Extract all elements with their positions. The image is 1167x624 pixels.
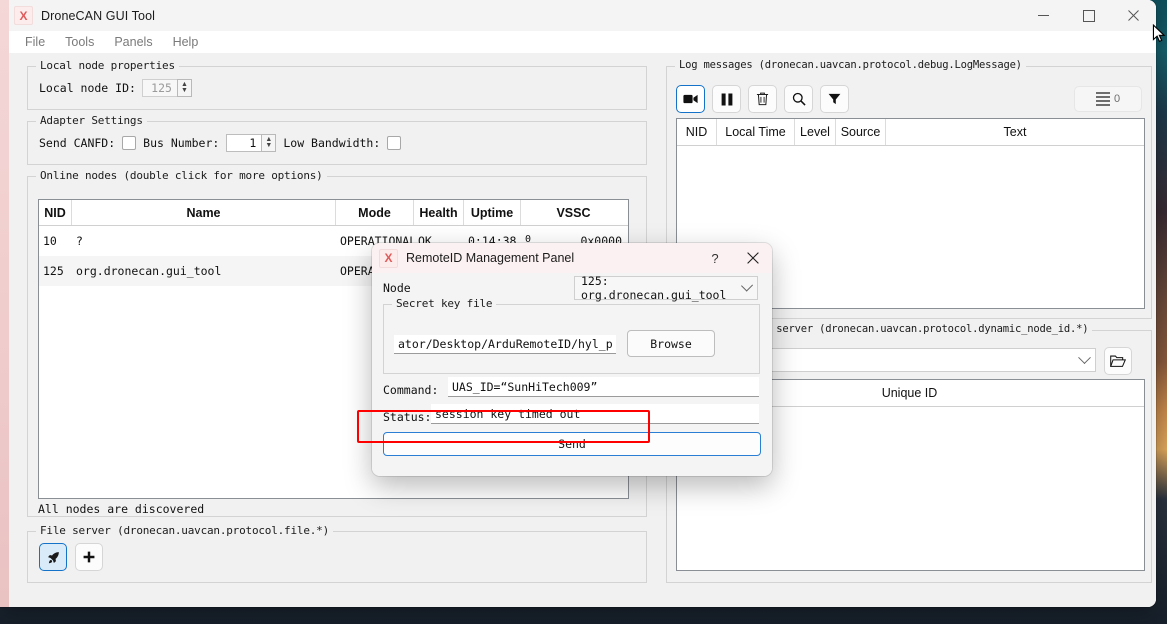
chevron-down-icon: ▼	[265, 142, 273, 149]
dialog-command-label: Command:	[383, 383, 439, 397]
online-nodes-header-row: NID Name Mode Health Uptime VSSC	[39, 200, 628, 226]
chevron-down-icon: ▼	[180, 87, 188, 94]
plus-icon	[83, 551, 95, 563]
log-pause-button[interactable]	[712, 85, 741, 113]
local-node-properties-group: Local node properties Local node ID: 125…	[27, 59, 647, 110]
local-node-id-spin-buttons[interactable]: ▲ ▼	[176, 79, 192, 97]
cell-name: org.dronecan.gui_tool	[76, 264, 222, 278]
secret-key-file-group: Secret key file Browse	[383, 297, 760, 374]
local-node-id-label: Local node ID:	[39, 81, 136, 95]
menu-tools[interactable]: Tools	[55, 33, 104, 51]
send-canfd-label: Send CANFD:	[39, 136, 116, 150]
folder-open-icon	[1110, 355, 1126, 367]
bus-number-spin-buttons[interactable]: ▲ ▼	[261, 134, 277, 152]
column-header-uptime[interactable]: Uptime	[464, 200, 521, 225]
file-server-start-button[interactable]	[39, 543, 67, 571]
column-header-health[interactable]: Health	[414, 200, 464, 225]
column-header-nid[interactable]: NID	[39, 200, 72, 225]
log-filter-button[interactable]	[820, 85, 849, 113]
low-bandwidth-label: Low Bandwidth:	[283, 136, 381, 150]
log-count-badge[interactable]: 0	[1074, 86, 1142, 112]
secret-key-path-input[interactable]	[394, 335, 616, 354]
bus-number-value: 1	[226, 134, 262, 152]
dialog-node-combo[interactable]: 125: org.dronecan.gui_tool	[574, 274, 758, 302]
low-bandwidth-checkbox[interactable]	[387, 136, 402, 150]
file-server-title: File server (dronecan.uavcan.protocol.fi…	[36, 524, 334, 537]
column-header-nid[interactable]: NID	[677, 119, 717, 145]
log-count-value: 0	[1113, 93, 1121, 105]
local-node-id-value: 125	[141, 79, 177, 97]
filter-icon	[828, 93, 841, 105]
file-server-add-button[interactable]	[75, 543, 103, 571]
log-record-button[interactable]	[676, 85, 705, 113]
column-header-source[interactable]: Source	[836, 119, 886, 145]
log-messages-header-row: NID Local Time Level Source Text	[677, 119, 1144, 146]
column-header-vssc[interactable]: VSSC	[521, 200, 626, 225]
cell-nid: 10	[43, 234, 57, 248]
local-node-id-stepper[interactable]: 125 ▲ ▼	[141, 79, 192, 97]
window-left-accent-edge	[0, 0, 9, 607]
close-icon	[747, 252, 759, 264]
title-bar: X DroneCAN GUI Tool	[9, 0, 1156, 31]
maximize-icon	[1082, 9, 1095, 22]
maximize-button[interactable]	[1066, 0, 1111, 31]
column-header-name[interactable]: Name	[72, 200, 336, 225]
adapter-settings-title: Adapter Settings	[36, 114, 147, 127]
cell-nid: 125	[43, 264, 64, 278]
send-canfd-checkbox[interactable]	[122, 136, 137, 150]
allocation-server-folder-button[interactable]	[1104, 347, 1132, 375]
dialog-title-bar: X RemoteID Management Panel ?	[372, 243, 772, 273]
log-messages-title: Log messages (dronecan.uavcan.protocol.d…	[675, 59, 1026, 71]
menu-file[interactable]: File	[15, 33, 55, 51]
secret-key-file-title: Secret key file	[392, 297, 497, 310]
column-header-text[interactable]: Text	[886, 119, 1144, 145]
status-field	[431, 404, 759, 424]
column-header-mode[interactable]: Mode	[336, 200, 414, 225]
close-icon	[1128, 10, 1139, 21]
record-icon	[683, 94, 698, 104]
window-controls	[1021, 0, 1156, 31]
dialog-status-label: Status:	[383, 410, 432, 424]
pause-icon	[721, 93, 732, 105]
cell-name: ?	[76, 234, 83, 248]
dronecan-x-icon: X	[379, 248, 398, 268]
search-icon	[792, 92, 806, 106]
mouse-cursor	[1152, 24, 1166, 43]
command-input[interactable]	[448, 377, 759, 397]
file-server-group: File server (dronecan.uavcan.protocol.fi…	[27, 524, 647, 583]
online-nodes-status-text: All nodes are discovered	[38, 502, 205, 516]
dialog-node-value: 125: org.dronecan.gui_tool	[581, 274, 727, 302]
minimize-button[interactable]	[1021, 0, 1066, 31]
menu-panels[interactable]: Panels	[104, 33, 162, 51]
dronecan-x-icon: X	[14, 6, 33, 25]
bus-number-stepper[interactable]: 1 ▲ ▼	[226, 134, 277, 152]
trash-icon	[756, 92, 769, 106]
dialog-title: RemoteID Management Panel	[406, 251, 575, 265]
local-node-properties-title: Local node properties	[36, 59, 179, 72]
window-title: DroneCAN GUI Tool	[41, 8, 156, 23]
rocket-icon	[47, 551, 59, 563]
close-button[interactable]	[1111, 0, 1156, 31]
list-icon	[1095, 92, 1110, 106]
adapter-settings-group: Adapter Settings Send CANFD: Bus Number:…	[27, 114, 647, 165]
online-nodes-title: Online nodes (double click for more opti…	[36, 169, 327, 182]
dialog-help-button[interactable]: ?	[696, 243, 734, 273]
dialog-close-button[interactable]	[734, 243, 772, 273]
minimize-icon	[1038, 15, 1049, 16]
column-header-level[interactable]: Level	[795, 119, 836, 145]
send-button[interactable]: Send	[383, 432, 761, 456]
dialog-node-label: Node	[383, 281, 411, 295]
browse-button[interactable]: Browse	[627, 330, 715, 357]
remoteid-management-dialog: X RemoteID Management Panel ? Node 125: …	[372, 243, 772, 476]
bus-number-label: Bus Number:	[143, 136, 220, 150]
menu-bar: File Tools Panels Help	[9, 31, 1156, 53]
column-header-local-time[interactable]: Local Time	[717, 119, 795, 145]
log-search-button[interactable]	[784, 85, 813, 113]
chevron-down-icon	[1078, 350, 1091, 364]
menu-help[interactable]: Help	[163, 33, 209, 51]
log-clear-button[interactable]	[748, 85, 777, 113]
